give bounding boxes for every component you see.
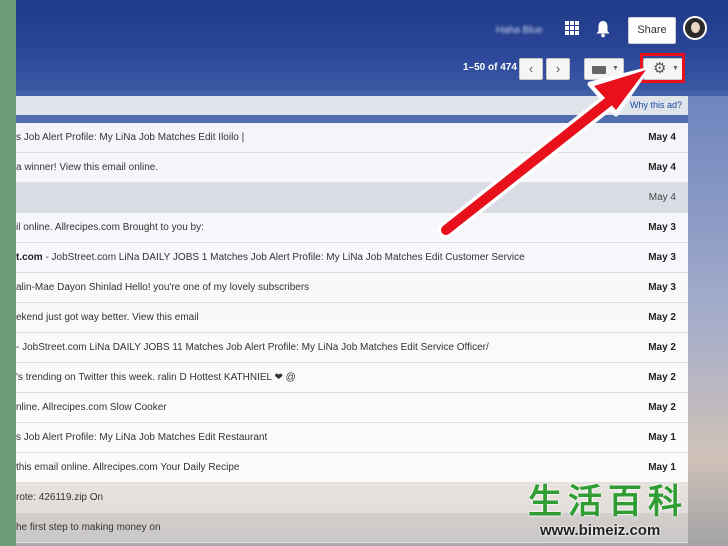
email-date: May 4 xyxy=(648,192,676,203)
mail-toolbar: 1–50 of 474 ‹ › ▼ ⚙ ▼ xyxy=(16,50,728,90)
apps-grid-icon[interactable] xyxy=(565,21,579,35)
email-row[interactable]: nline. Allrecipes.com Slow Cooker May 2 xyxy=(16,393,688,423)
caret-down-icon: ▼ xyxy=(612,65,619,72)
why-this-ad-link[interactable]: Why this ad? xyxy=(630,100,682,110)
email-row[interactable]: this email online. Allrecipes.com Your D… xyxy=(16,453,688,483)
share-button[interactable]: Share xyxy=(628,17,676,44)
chevron-left-icon: ‹ xyxy=(528,61,534,76)
email-snippet: alin-Mae Dayon Shinlad Hello! you're one… xyxy=(16,282,310,293)
email-date: May 4 xyxy=(648,162,676,173)
email-snippet: a winner! View this email online. xyxy=(16,162,159,173)
email-snippet: rote: 426119.zip On xyxy=(16,492,104,503)
email-snippet: il online. Allrecipes.com Brought to you… xyxy=(16,222,204,233)
email-snippet: s Job Alert Profile: My LiNa Job Matches… xyxy=(16,132,245,143)
newer-page-button[interactable]: ‹ xyxy=(519,58,543,80)
email-row[interactable]: s Job Alert Profile: My LiNa Job Matches… xyxy=(16,123,688,153)
email-snippet: nline. Allrecipes.com Slow Cooker xyxy=(16,402,167,413)
watermark-url: www.bimeiz.com xyxy=(540,522,661,539)
email-snippet: t.com - JobStreet.com LiNa DAILY JOBS 1 … xyxy=(16,252,596,263)
account-name[interactable]: Haha Blue xyxy=(496,25,551,37)
top-bar: Haha Blue Share xyxy=(16,0,728,50)
email-row[interactable]: s Job Alert Profile: My LiNa Job Matches… xyxy=(16,423,688,453)
gmail-window: Haha Blue Share 1–50 of 474 ‹ › ▼ ⚙ ▼ Wh… xyxy=(0,0,728,546)
email-snippet-text: - JobStreet.com LiNa DAILY JOBS 1 Matche… xyxy=(42,252,525,263)
email-date: May 2 xyxy=(648,342,676,353)
email-date: May 1 xyxy=(648,432,676,443)
email-date: May 2 xyxy=(648,372,676,383)
email-date: May 2 xyxy=(648,402,676,413)
email-date: May 3 xyxy=(648,282,676,293)
email-date: May 3 xyxy=(648,252,676,263)
watermark: 生活百科 www.bimeiz.com xyxy=(528,484,728,546)
email-date: May 2 xyxy=(648,312,676,323)
notifications-bell-icon[interactable] xyxy=(595,20,611,38)
page-count: 1–50 of 474 xyxy=(463,62,517,73)
email-date: May 1 xyxy=(648,462,676,473)
email-row[interactable]: a winner! View this email online. May 4 xyxy=(16,153,688,183)
email-snippet: s Job Alert Profile: My LiNa Job Matches… xyxy=(16,432,268,443)
ad-bar: Why this ad? xyxy=(16,96,688,115)
email-snippet: ekend just got way better. View this ema… xyxy=(16,312,199,323)
email-date: May 3 xyxy=(648,222,676,233)
email-row[interactable]: il online. Allrecipes.com Brought to you… xyxy=(16,213,688,243)
email-snippet: 's trending on Twitter this week. ralin … xyxy=(16,372,296,383)
email-snippet: - JobStreet.com LiNa DAILY JOBS 11 Match… xyxy=(16,342,489,353)
keyboard-icon xyxy=(592,66,606,74)
email-date: May 4 xyxy=(648,132,676,143)
email-sender: t.com xyxy=(16,252,43,263)
left-edge-strip xyxy=(0,0,16,546)
email-row[interactable]: ekend just got way better. View this ema… xyxy=(16,303,688,333)
settings-highlight-box xyxy=(640,53,685,83)
email-snippet: this email online. Allrecipes.com Your D… xyxy=(16,462,240,473)
right-background-strip xyxy=(688,96,728,546)
email-snippet: he first step to making money on xyxy=(16,522,161,533)
email-row[interactable]: t.com - JobStreet.com LiNa DAILY JOBS 1 … xyxy=(16,243,688,273)
email-row[interactable]: - JobStreet.com LiNa DAILY JOBS 11 Match… xyxy=(16,333,688,363)
chevron-right-icon: › xyxy=(555,61,561,76)
older-page-button[interactable]: › xyxy=(546,58,570,80)
email-row[interactable]: 's trending on Twitter this week. ralin … xyxy=(16,363,688,393)
input-tools-button[interactable]: ▼ xyxy=(584,58,624,80)
email-row[interactable]: May 4 xyxy=(16,183,688,213)
email-list: s Job Alert Profile: My LiNa Job Matches… xyxy=(16,123,688,543)
avatar[interactable] xyxy=(683,16,707,40)
watermark-logo-text: 生活百科 xyxy=(528,483,688,521)
email-row[interactable]: alin-Mae Dayon Shinlad Hello! you're one… xyxy=(16,273,688,303)
